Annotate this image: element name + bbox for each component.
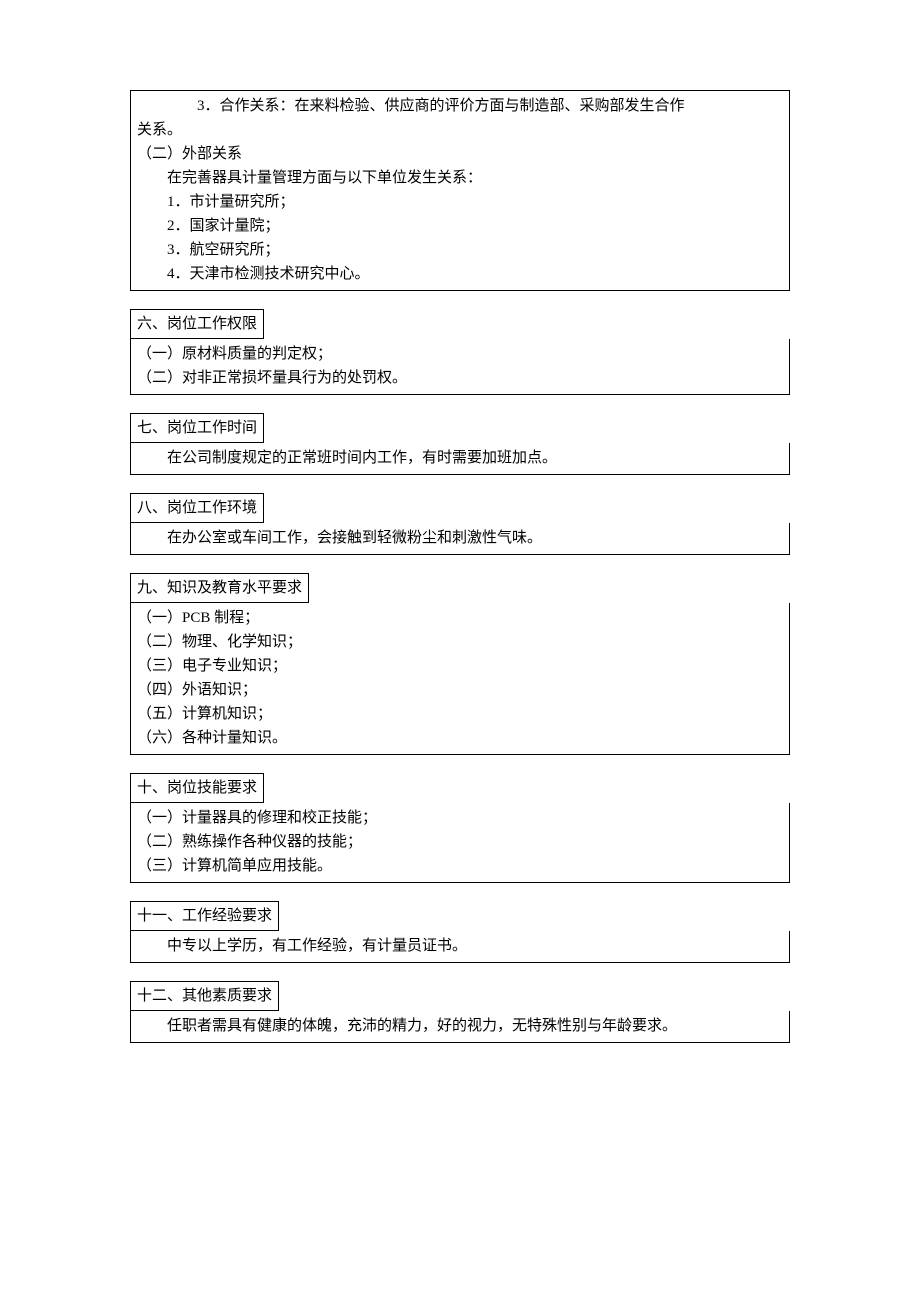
section-seven-body: 在公司制度规定的正常班时间内工作，有时需要加班加点。 — [130, 443, 790, 475]
section-eight-body: 在办公室或车间工作，会接触到轻微粉尘和刺激性气味。 — [130, 523, 790, 555]
section-eleven-body: 中专以上学历，有工作经验，有计量员证书。 — [130, 931, 790, 963]
section-header-row: 七、岗位工作时间 — [130, 413, 790, 443]
section-nine: 九、知识及教育水平要求 （一）PCB 制程； （二）物理、化学知识； （三）电子… — [130, 573, 790, 755]
body-line: 3．航空研究所； — [137, 238, 783, 262]
section-ten: 十、岗位技能要求 （一）计量器具的修理和校正技能； （二）熟练操作各种仪器的技能… — [130, 773, 790, 883]
body-line: 在办公室或车间工作，会接触到轻微粉尘和刺激性气味。 — [137, 526, 783, 550]
body-line: 任职者需具有健康的体魄，充沛的精力，好的视力，无特殊性别与年龄要求。 — [137, 1014, 783, 1038]
body-line: （三）电子专业知识； — [137, 654, 783, 678]
section-twelve-title: 十二、其他素质要求 — [130, 981, 279, 1011]
section-twelve-body: 任职者需具有健康的体魄，充沛的精力，好的视力，无特殊性别与年龄要求。 — [130, 1011, 790, 1043]
body-line: （二）外部关系 — [137, 142, 783, 166]
document-page: 3．合作关系：在来料检验、供应商的评价方面与制造部、采购部发生合作 关系。 （二… — [0, 0, 920, 1302]
body-line: （三）计算机简单应用技能。 — [137, 854, 783, 878]
body-line: 在公司制度规定的正常班时间内工作，有时需要加班加点。 — [137, 446, 783, 470]
body-line: 2．国家计量院； — [137, 214, 783, 238]
section-header-row: 十一、工作经验要求 — [130, 901, 790, 931]
section-nine-body: （一）PCB 制程； （二）物理、化学知识； （三）电子专业知识； （四）外语知… — [130, 603, 790, 755]
section-eight: 八、岗位工作环境 在办公室或车间工作，会接触到轻微粉尘和刺激性气味。 — [130, 493, 790, 555]
section-ten-title: 十、岗位技能要求 — [130, 773, 264, 803]
section-eight-title: 八、岗位工作环境 — [130, 493, 264, 523]
body-line: （一）PCB 制程； — [137, 606, 783, 630]
section-six-title: 六、岗位工作权限 — [130, 309, 264, 339]
section-header-row: 八、岗位工作环境 — [130, 493, 790, 523]
body-line: 在完善器具计量管理方面与以下单位发生关系： — [137, 166, 783, 190]
body-line: （二）熟练操作各种仪器的技能； — [137, 830, 783, 854]
body-line: （四）外语知识； — [137, 678, 783, 702]
section-eleven-title: 十一、工作经验要求 — [130, 901, 279, 931]
section-header-row: 十二、其他素质要求 — [130, 981, 790, 1011]
body-line: （二）对非正常损坏量具行为的处罚权。 — [137, 366, 783, 390]
body-line: （一）计量器具的修理和校正技能； — [137, 806, 783, 830]
body-line: 4．天津市检测技术研究中心。 — [137, 262, 783, 286]
section-six-body: （一）原材料质量的判定权； （二）对非正常损坏量具行为的处罚权。 — [130, 339, 790, 395]
body-line: 中专以上学历，有工作经验，有计量员证书。 — [137, 934, 783, 958]
section-seven: 七、岗位工作时间 在公司制度规定的正常班时间内工作，有时需要加班加点。 — [130, 413, 790, 475]
body-line: （六）各种计量知识。 — [137, 726, 783, 750]
section-ten-body: （一）计量器具的修理和校正技能； （二）熟练操作各种仪器的技能； （三）计算机简… — [130, 803, 790, 883]
body-line: 关系。 — [137, 118, 783, 142]
section-header-row: 六、岗位工作权限 — [130, 309, 790, 339]
section-five-body: 3．合作关系：在来料检验、供应商的评价方面与制造部、采购部发生合作 关系。 （二… — [130, 90, 790, 291]
section-twelve: 十二、其他素质要求 任职者需具有健康的体魄，充沛的精力，好的视力，无特殊性别与年… — [130, 981, 790, 1043]
section-eleven: 十一、工作经验要求 中专以上学历，有工作经验，有计量员证书。 — [130, 901, 790, 963]
body-line: （一）原材料质量的判定权； — [137, 342, 783, 366]
body-line: （五）计算机知识； — [137, 702, 783, 726]
body-line: 3．合作关系：在来料检验、供应商的评价方面与制造部、采购部发生合作 — [137, 94, 783, 118]
section-header-row: 十、岗位技能要求 — [130, 773, 790, 803]
section-nine-title: 九、知识及教育水平要求 — [130, 573, 309, 603]
body-line: 1．市计量研究所； — [137, 190, 783, 214]
body-line: （二）物理、化学知识； — [137, 630, 783, 654]
section-six: 六、岗位工作权限 （一）原材料质量的判定权； （二）对非正常损坏量具行为的处罚权… — [130, 309, 790, 395]
section-header-row: 九、知识及教育水平要求 — [130, 573, 790, 603]
section-five-continuation: 3．合作关系：在来料检验、供应商的评价方面与制造部、采购部发生合作 关系。 （二… — [130, 90, 790, 291]
section-seven-title: 七、岗位工作时间 — [130, 413, 264, 443]
